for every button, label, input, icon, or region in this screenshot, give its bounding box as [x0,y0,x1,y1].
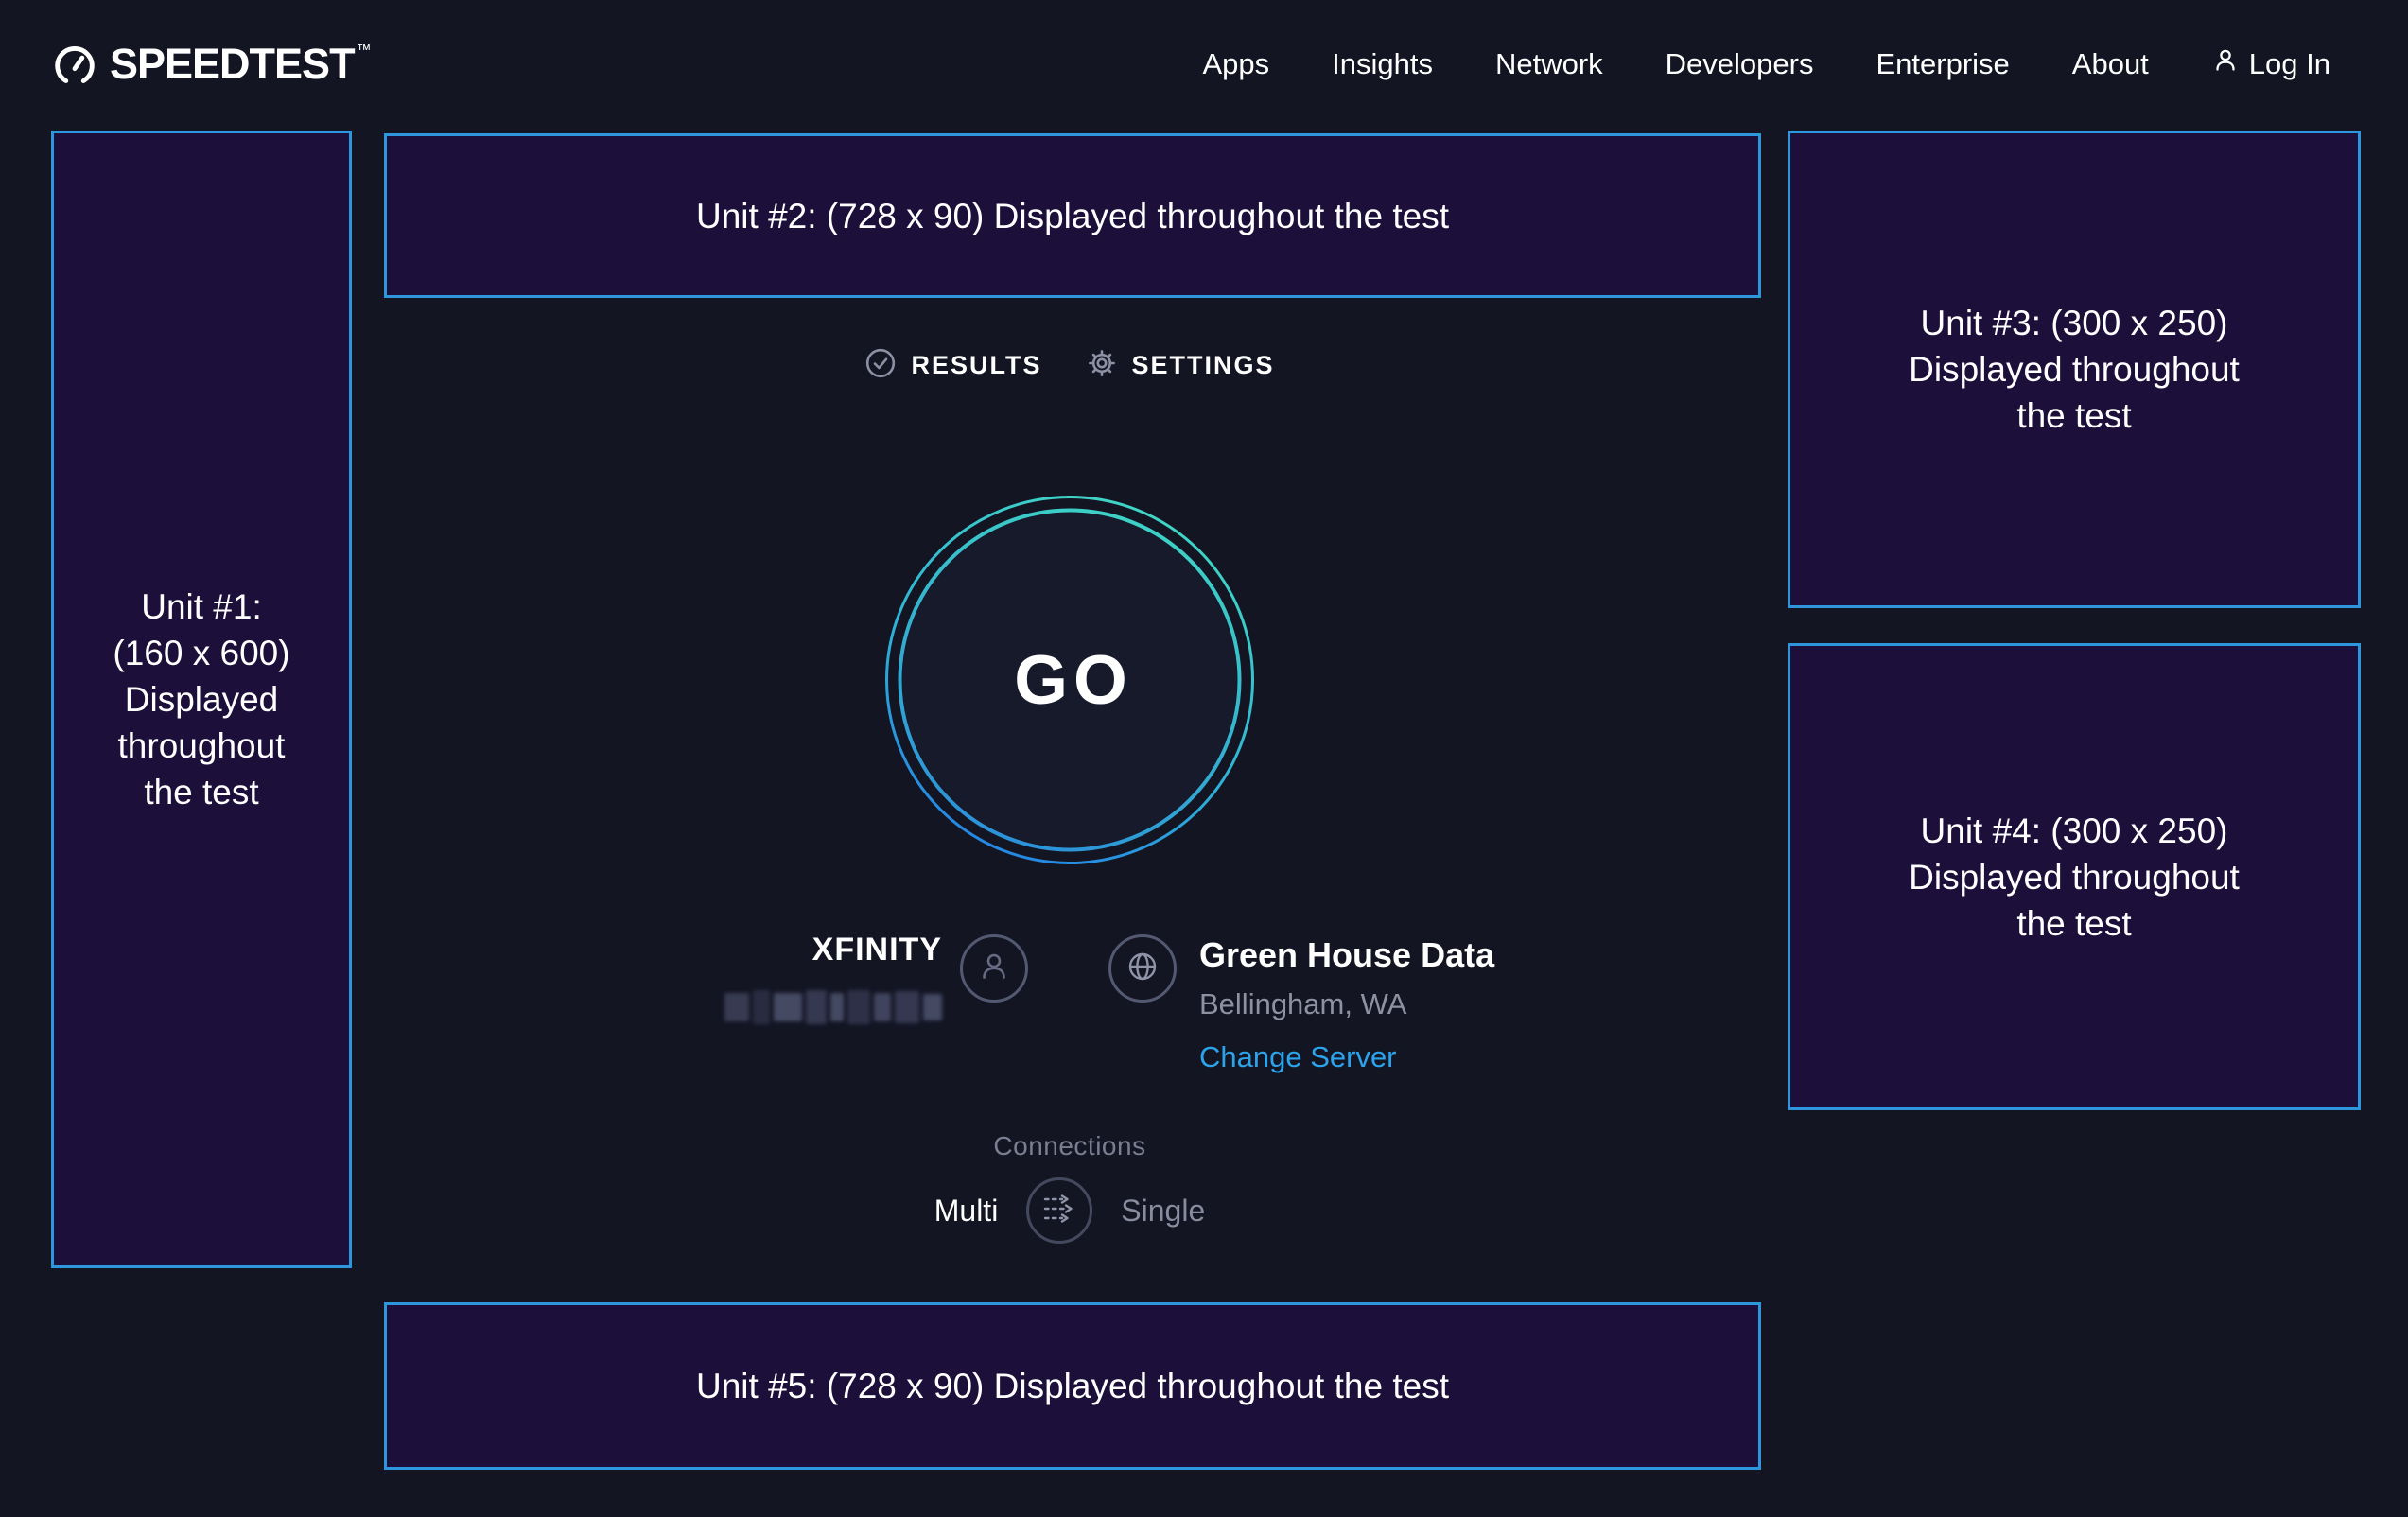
gear-icon [1086,347,1118,384]
speedometer-icon [53,42,96,87]
speedtest-page: SPEEDTEST™ Apps Insights Network Develop… [0,0,2408,1517]
go-button[interactable]: GO [884,495,1255,865]
login-label: Log In [2249,47,2330,81]
ad-text-line: Unit #5: (728 x 90) Displayed throughout… [696,1363,1449,1409]
ad-unit-3-rectangle[interactable]: Unit #3: (300 x 250) Displayed throughou… [1788,131,2361,608]
globe-icon [1122,946,1163,992]
ad-text-line: (160 x 600) [113,630,289,676]
isp-info: XFINITY [605,931,942,1026]
ad-text-line: Unit #4: (300 x 250) [1921,808,2228,854]
server-name: Green House Data [1199,934,1494,976]
ad-text-line: Unit #3: (300 x 250) [1921,300,2228,346]
ad-unit-4-rectangle[interactable]: Unit #4: (300 x 250) Displayed throughou… [1788,643,2361,1110]
nav-item-insights[interactable]: Insights [1332,47,1433,81]
ad-unit-1-skyscraper[interactable]: Unit #1: (160 x 600) Displayed throughou… [51,131,352,1268]
ad-text-line: Displayed throughout [1909,346,2240,392]
main-nav: Apps Insights Network Developers Enterpr… [1202,46,2330,82]
connections-label: Connections [352,1131,1788,1161]
brand-name: SPEEDTEST [110,40,355,88]
nav-item-developers[interactable]: Developers [1666,47,1814,81]
user-icon [2211,46,2240,82]
ad-text-line: throughout [118,723,286,769]
server-globe-badge [1108,934,1177,1003]
ad-text-line: Displayed throughout [1909,854,2240,900]
connections-toggle-button[interactable] [1026,1177,1092,1244]
ad-text-line: Displayed [125,676,278,723]
person-icon [975,948,1013,990]
redacted-ip-address [724,989,942,1025]
login-button[interactable]: Log In [2211,46,2330,82]
nav-item-about[interactable]: About [2072,47,2149,81]
top-nav-bar: SPEEDTEST™ Apps Insights Network Develop… [0,0,2408,129]
tab-settings[interactable]: SETTINGS [1086,347,1275,384]
go-button-label: GO [884,495,1255,865]
server-info: Green House Data Bellingham, WA Change S… [1199,934,1494,1076]
connections-single-label: Single [1121,1194,1205,1229]
ad-text-line: Unit #2: (728 x 90) Displayed throughout… [696,193,1449,239]
isp-name: XFINITY [605,931,942,968]
tab-results[interactable]: RESULTS [864,347,1041,384]
nav-item-network[interactable]: Network [1495,47,1603,81]
nav-item-enterprise[interactable]: Enterprise [1876,47,2009,81]
speedtest-logo[interactable]: SPEEDTEST™ [53,42,372,87]
ad-text-line: Unit #1: [141,584,262,630]
ad-text-line: the test [144,769,258,815]
results-tab-label: RESULTS [911,351,1041,380]
check-circle-icon [864,347,897,384]
results-settings-tabs: RESULTS SETTINGS [352,337,1788,393]
settings-tab-label: SETTINGS [1132,351,1275,380]
ad-text-line: the test [2016,392,2131,439]
nav-item-apps[interactable]: Apps [1202,47,1269,81]
ad-text-line: the test [2016,900,2131,947]
multi-connection-arrows-icon [1039,1194,1079,1229]
server-location: Bellingham, WA [1199,985,1494,1023]
connections-multi-label: Multi [934,1194,999,1229]
isp-avatar-badge [960,934,1028,1003]
change-server-link[interactable]: Change Server [1199,1038,1397,1076]
trademark-mark: ™ [357,42,372,61]
ad-unit-2-leaderboard[interactable]: Unit #2: (728 x 90) Displayed throughout… [384,133,1761,298]
brand-wordmark: SPEEDTEST™ [110,42,372,87]
ad-unit-5-leaderboard[interactable]: Unit #5: (728 x 90) Displayed throughout… [384,1302,1761,1470]
connections-toggle-row: Multi Single [352,1177,1788,1245]
